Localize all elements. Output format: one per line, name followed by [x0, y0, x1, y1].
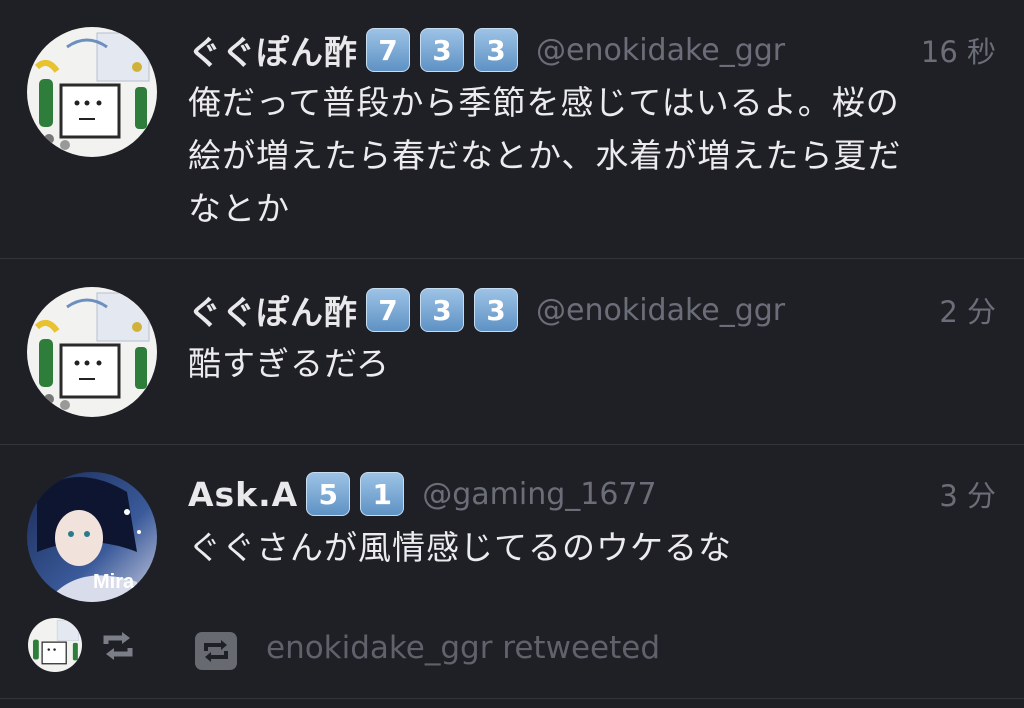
keycap-badge: 7 [366, 288, 410, 332]
tweet-text: 俺だって普段から季節を感じてはいるよ。桜の 絵が増えたら春だなとか、水着が増えた… [188, 76, 1000, 235]
user-handle[interactable]: @gaming_1677 [422, 477, 656, 512]
anime-girl-avatar-icon: Mira [27, 472, 157, 602]
cartoon-face-avatar-icon [28, 618, 82, 672]
emoji-badges: 5 1 [306, 472, 414, 516]
avatar-caption: Mira [93, 571, 135, 593]
timeline: ぐぐぽん酢 7 3 3 @enokidake_ggr 16 秒 俺だって普段から… [0, 0, 1024, 708]
cartoon-face-avatar-icon [27, 287, 157, 417]
keycap-badge: 1 [360, 472, 405, 516]
retweet-icon[interactable] [100, 628, 136, 664]
retweet-label: enokidake_ggr retweeted [266, 630, 660, 666]
keycap-badge: 3 [474, 28, 518, 72]
timestamp: 2 分 [939, 295, 996, 329]
tweet-text: 酷すぎるだろ [188, 337, 1000, 390]
user-avatar[interactable]: Mira [27, 472, 157, 602]
retweet-badge-icon [195, 632, 237, 670]
user-avatar[interactable] [27, 27, 157, 157]
keycap-badge: 3 [420, 288, 464, 332]
tweet-header: ぐぐぽん酢 7 3 3 @enokidake_ggr 2 分 [188, 284, 996, 336]
emoji-badges: 7 3 3 [366, 288, 528, 332]
display-name[interactable]: Ask.A [188, 475, 298, 514]
tweet-text-line: なとか [188, 189, 290, 228]
user-handle[interactable]: @enokidake_ggr [536, 33, 785, 68]
user-avatar[interactable] [27, 287, 157, 417]
keycap-badge: 3 [420, 28, 464, 72]
tweet-text-line: 絵が増えたら春だなとか、水着が増えたら夏だ [188, 136, 902, 175]
keycap-badge: 7 [366, 28, 410, 72]
tweet-text-line: 酷すぎるだろ [188, 344, 391, 383]
display-name[interactable]: ぐぐぽん酢 [188, 286, 358, 334]
tweet-text-line: 俺だって普段から季節を感じてはいるよ。桜の [188, 83, 900, 122]
cartoon-face-avatar-icon [27, 27, 157, 157]
keycap-badge: 3 [474, 288, 518, 332]
display-name[interactable]: ぐぐぽん酢 [188, 26, 358, 74]
retweeter-avatar[interactable] [28, 618, 82, 672]
tweet-text: ぐぐさんが風情感じてるのウケるな [188, 521, 1000, 574]
tweet-header: ぐぐぽん酢 7 3 3 @enokidake_ggr 16 秒 [188, 24, 996, 76]
tweet-item[interactable]: ぐぐぽん酢 7 3 3 @enokidake_ggr 2 分 酷すぎるだろ [0, 258, 1024, 445]
tweet-text-line: ぐぐさんが風情感じてるのウケるな [188, 528, 732, 567]
user-handle[interactable]: @enokidake_ggr [536, 293, 785, 328]
emoji-badges: 7 3 3 [366, 28, 528, 72]
tweet-item[interactable]: ぐぐぽん酢 7 3 3 @enokidake_ggr 16 秒 俺だって普段から… [0, 0, 1024, 259]
tweet-item[interactable]: Mira Ask.A 5 1 @gaming_1677 3 分 ぐぐさんが風情感… [0, 444, 1024, 699]
keycap-badge: 5 [306, 472, 351, 516]
timestamp: 16 秒 [920, 35, 996, 69]
tweet-header: Ask.A 5 1 @gaming_1677 3 分 [188, 468, 996, 520]
timestamp: 3 分 [939, 479, 996, 513]
